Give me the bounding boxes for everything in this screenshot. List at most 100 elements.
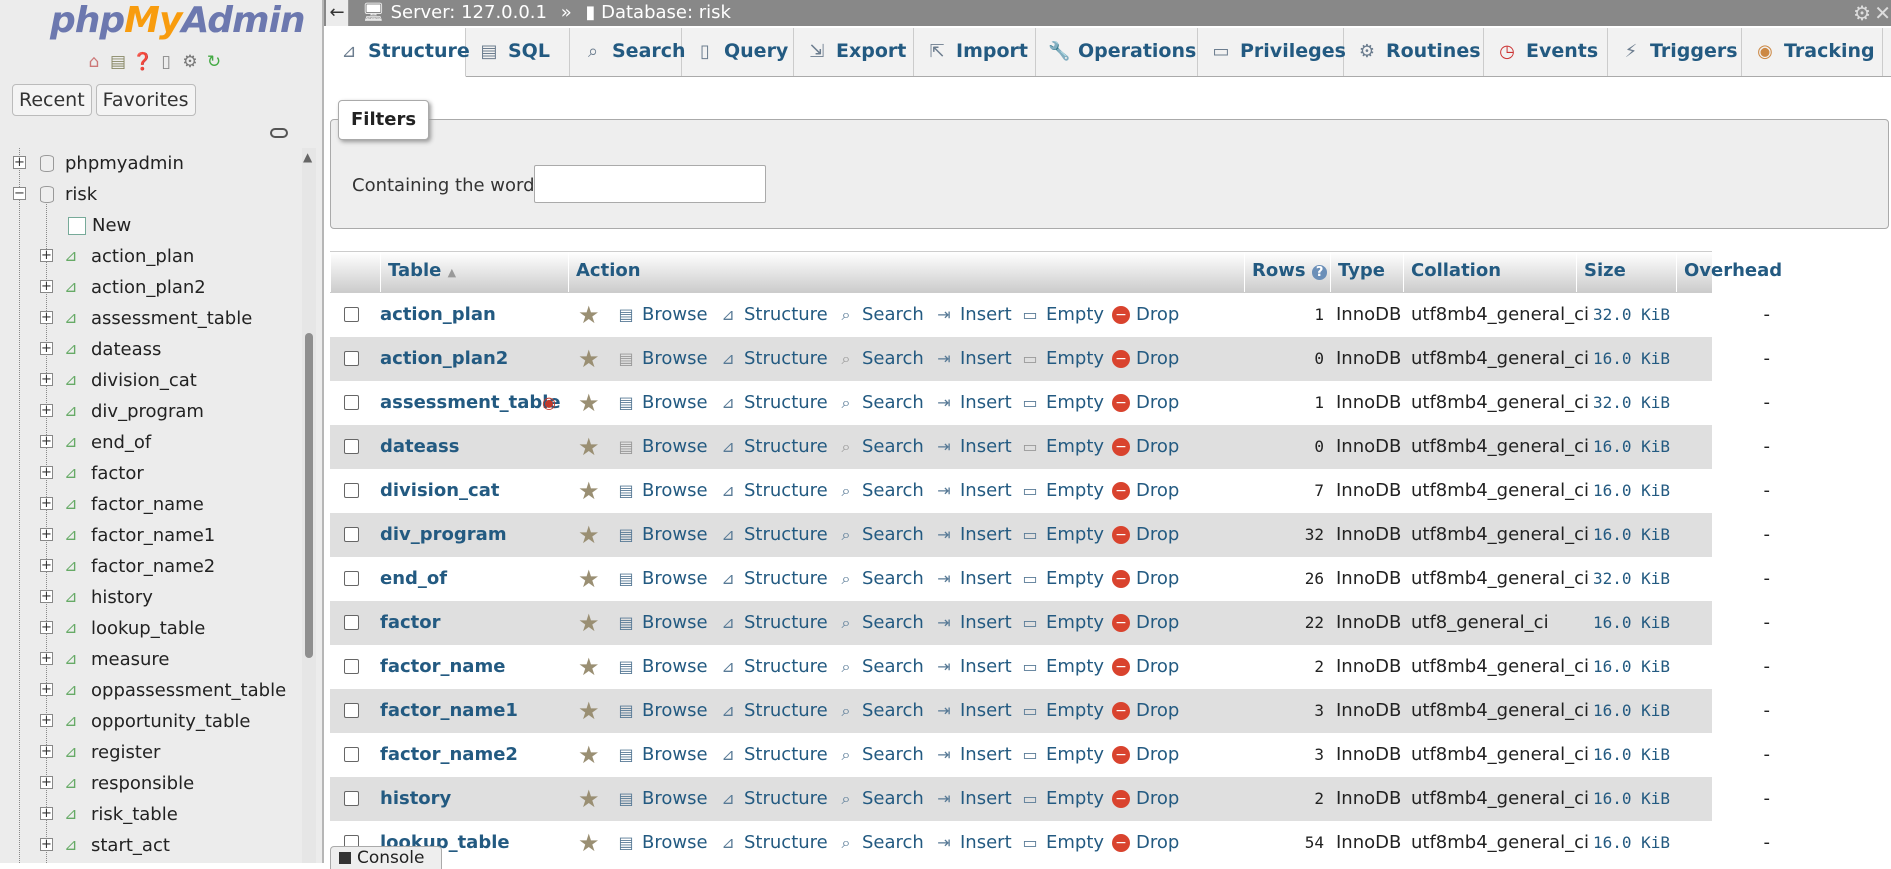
empty-link[interactable]: ▭ Empty [1020,777,1104,821]
expand-icon[interactable]: + [13,156,26,169]
tab-import[interactable]: ⇱ Import [914,28,1036,76]
table-name-link[interactable]: factor_name1 [380,689,518,733]
expand-icon[interactable]: + [40,466,53,479]
tree-table-item[interactable]: + ⊿ start_act [0,830,300,861]
table-name-link[interactable]: action_plan [380,293,496,337]
row-checkbox[interactable] [344,351,359,366]
scroll-up-icon[interactable]: ▲ [303,150,312,164]
empty-link[interactable]: ▭ Empty [1020,337,1104,381]
row-checkbox[interactable] [344,483,359,498]
tree-table-item[interactable]: + ⊿ responsible [0,768,300,799]
drop-link[interactable]: − Drop [1112,733,1179,777]
tree-db-phpmyadmin[interactable]: + phpmyadmin [0,148,300,179]
favorite-star-icon[interactable]: ★ [578,557,600,601]
empty-link[interactable]: ▭ Empty [1020,381,1104,425]
tree-table-item[interactable]: + ⊿ history [0,582,300,613]
insert-link[interactable]: ⇥ Insert [934,601,1011,645]
row-checkbox[interactable] [344,791,359,806]
drop-link[interactable]: − Drop [1112,469,1179,513]
expand-icon[interactable]: + [40,683,53,696]
structure-link[interactable]: ⊿ Structure [718,689,827,733]
row-checkbox[interactable] [344,395,359,410]
home-icon[interactable]: ⌂ [84,52,104,72]
insert-link[interactable]: ⇥ Insert [934,425,1011,469]
structure-link[interactable]: ⊿ Structure [718,425,827,469]
tab-search[interactable]: ⌕ Search [570,28,686,76]
search-link[interactable]: ⌕ Search [836,601,924,645]
settings-icon[interactable]: ⚙ [180,52,200,72]
tab-privileges[interactable]: ▭ Privileges [1198,28,1346,76]
browse-link[interactable]: ▤ Browse [616,513,707,557]
structure-link[interactable]: ⊿ Structure [718,293,827,337]
empty-link[interactable]: ▭ Empty [1020,689,1104,733]
tree-table-item[interactable]: + ⊿ factor_name1 [0,520,300,551]
search-link[interactable]: ⌕ Search [836,293,924,337]
browse-link[interactable]: ▤ Browse [616,293,707,337]
tab-sql[interactable]: ▤ SQL [466,28,570,76]
structure-link[interactable]: ⊿ Structure [718,557,827,601]
empty-link[interactable]: ▭ Empty [1020,425,1104,469]
table-name-link[interactable]: factor [380,601,441,645]
tree-table-item[interactable]: + ⊿ dateass [0,334,300,365]
tab-operations[interactable]: 🔧 Operations [1036,28,1198,76]
table-name-link[interactable]: action_plan2 [380,337,508,381]
search-link[interactable]: ⌕ Search [836,777,924,821]
tree-table-item[interactable]: + ⊿ risk_table [0,799,300,830]
tab-export[interactable]: ⇲ Export [794,28,914,76]
tree-table-item[interactable]: + ⊿ register [0,737,300,768]
tree-table-item[interactable]: + ⊿ action_plan [0,241,300,272]
table-name-link[interactable]: history [380,777,451,821]
expand-icon[interactable]: + [40,559,53,572]
tab-triggers[interactable]: ⚡ Triggers [1608,28,1742,76]
search-link[interactable]: ⌕ Search [836,689,924,733]
browse-link[interactable]: ▤ Browse [616,601,707,645]
row-checkbox[interactable] [344,571,359,586]
scrollbar-thumb[interactable] [305,333,313,658]
tab-routines[interactable]: ⚙ Routines [1344,28,1484,76]
favorite-star-icon[interactable]: ★ [578,425,600,469]
drop-link[interactable]: − Drop [1112,513,1179,557]
search-link[interactable]: ⌕ Search [836,645,924,689]
table-name-link[interactable]: assessment_table [380,381,561,425]
close-icon[interactable]: ✕ [1874,0,1891,26]
empty-link[interactable]: ▭ Empty [1020,821,1104,865]
insert-link[interactable]: ⇥ Insert [934,645,1011,689]
tree-table-item[interactable]: + ⊿ oppassessment_table [0,675,300,706]
drop-link[interactable]: − Drop [1112,557,1179,601]
browse-link[interactable]: ▤ Browse [616,381,707,425]
insert-link[interactable]: ⇥ Insert [934,381,1011,425]
structure-link[interactable]: ⊿ Structure [718,513,827,557]
drop-link[interactable]: − Drop [1112,293,1179,337]
structure-link[interactable]: ⊿ Structure [718,645,827,689]
browse-link[interactable]: ▤ Browse [616,645,707,689]
search-link[interactable]: ⌕ Search [836,337,924,381]
expand-icon[interactable]: + [40,497,53,510]
tree-new-table[interactable]: New [0,210,300,241]
search-link[interactable]: ⌕ Search [836,425,924,469]
drop-link[interactable]: − Drop [1112,601,1179,645]
browse-link[interactable]: ▤ Browse [616,557,707,601]
tree-table-item[interactable]: + ⊿ div_program [0,396,300,427]
docs-icon[interactable]: ▯ [156,52,176,72]
insert-link[interactable]: ⇥ Insert [934,821,1011,865]
structure-link[interactable]: ⊿ Structure [718,733,827,777]
browse-link[interactable]: ▤ Browse [616,425,707,469]
insert-link[interactable]: ⇥ Insert [934,337,1011,381]
tree-table-item[interactable]: + ⊿ assessment_table [0,303,300,334]
insert-link[interactable]: ⇥ Insert [934,513,1011,557]
search-link[interactable]: ⌕ Search [836,381,924,425]
row-checkbox[interactable] [344,527,359,542]
tree-table-item[interactable]: + ⊿ factor [0,458,300,489]
tree-table-item[interactable]: + ⊿ opportunity_table [0,706,300,737]
expand-icon[interactable]: + [40,373,53,386]
row-checkbox[interactable] [344,439,359,454]
expand-icon[interactable]: + [40,745,53,758]
tab-query[interactable]: ▯ Query [682,28,794,76]
drop-link[interactable]: − Drop [1112,381,1179,425]
tree-table-item[interactable]: + ⊿ lookup_table [0,613,300,644]
console-toggle[interactable]: Console [330,846,442,869]
favorite-star-icon[interactable]: ★ [578,821,600,865]
structure-link[interactable]: ⊿ Structure [718,337,827,381]
expand-icon[interactable]: + [40,342,53,355]
tab-structure[interactable]: ⊿ Structure [326,28,470,77]
